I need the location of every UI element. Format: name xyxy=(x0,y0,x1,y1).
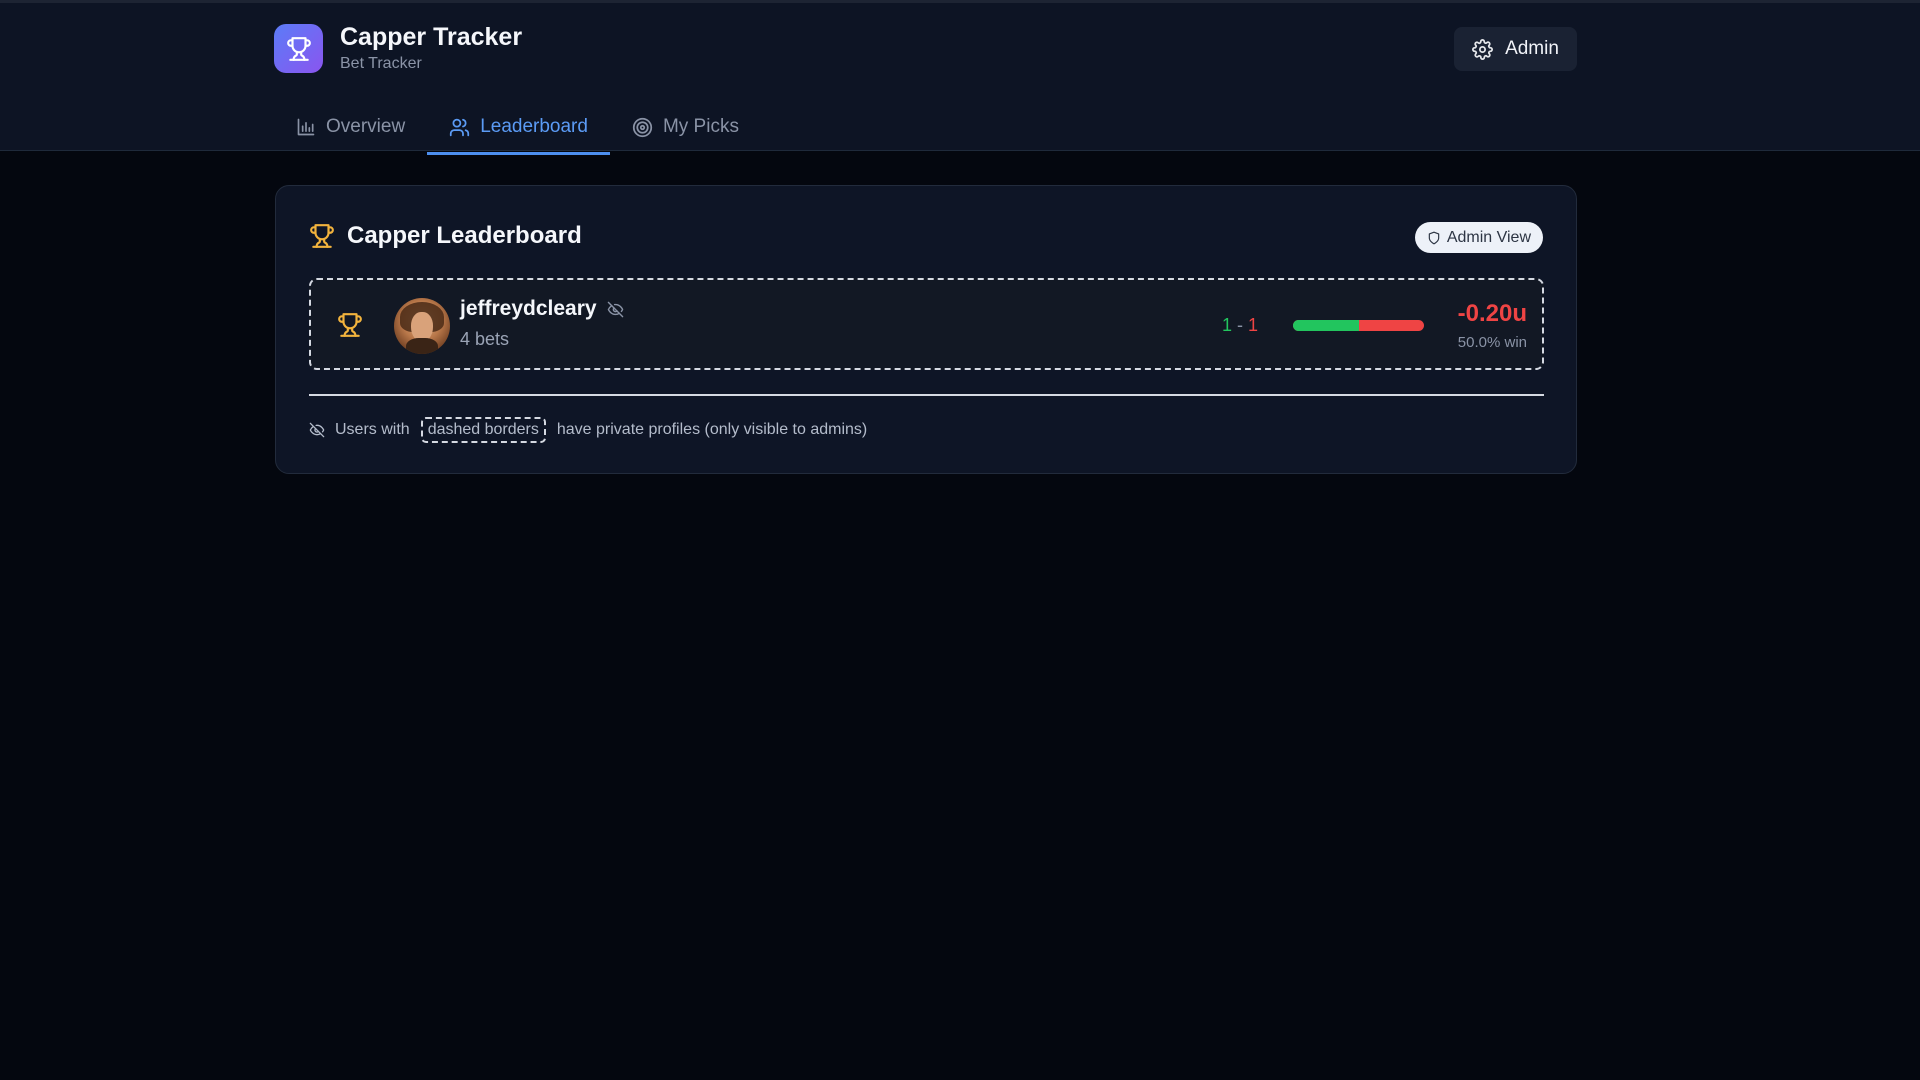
trophy-icon xyxy=(286,36,311,61)
eye-off-icon xyxy=(309,422,325,438)
tab-leaderboard[interactable]: Leaderboard xyxy=(427,100,610,155)
leaderboard-row[interactable]: jeffreydcleary 4 bets 1 - 1 -0.20u 50.0%… xyxy=(309,278,1544,370)
tab-bar: Overview Leaderboard My Picks xyxy=(274,100,761,155)
admin-button[interactable]: Admin xyxy=(1454,27,1577,71)
users-icon xyxy=(450,118,470,136)
tab-leaderboard-label: Leaderboard xyxy=(480,116,588,137)
win-percentage: 50.0% win xyxy=(1457,334,1527,351)
private-profile-note: Users with dashed borders have private p… xyxy=(309,417,867,443)
footnote-prefix: Users with xyxy=(335,421,410,438)
app-subtitle: Bet Tracker xyxy=(340,55,422,72)
tab-my-picks[interactable]: My Picks xyxy=(610,100,761,154)
eye-off-icon xyxy=(607,301,623,317)
dashed-border-sample: dashed borders xyxy=(420,417,546,443)
brand: Capper Tracker Bet Tracker xyxy=(274,22,522,75)
bar-chart-icon xyxy=(297,118,315,136)
app-logo xyxy=(274,24,323,73)
trophy-icon xyxy=(310,224,334,248)
losses: 1 xyxy=(1248,315,1259,335)
wins: 1 xyxy=(1222,315,1233,335)
win-rate-bar xyxy=(1293,320,1424,331)
win-rate-fill xyxy=(1293,320,1359,331)
admin-button-label: Admin xyxy=(1505,38,1559,59)
win-loss-record: 1 - 1 xyxy=(1222,315,1258,336)
divider xyxy=(309,394,1544,396)
card-title: Capper Leaderboard xyxy=(347,222,582,249)
footnote-suffix: have private profiles (only visible to a… xyxy=(556,421,868,438)
tab-overview[interactable]: Overview xyxy=(274,100,427,154)
tab-my-picks-label: My Picks xyxy=(662,116,739,137)
trophy-icon xyxy=(338,313,362,337)
admin-view-badge: Admin View xyxy=(1414,222,1543,253)
tab-overview-label: Overview xyxy=(326,116,406,137)
app-header: Capper Tracker Bet Tracker Admin Overvie… xyxy=(0,0,1920,155)
shield-icon xyxy=(1428,231,1440,244)
target-icon xyxy=(632,117,653,137)
leaderboard-card: Capper Leaderboard Admin View jeffreydcl… xyxy=(275,185,1577,474)
username-text: jeffreydcleary xyxy=(460,297,597,320)
bet-count: 4 bets xyxy=(460,329,510,349)
units-value: -0.20u xyxy=(1457,300,1527,327)
gear-icon xyxy=(1472,38,1493,60)
username[interactable]: jeffreydcleary xyxy=(460,297,624,321)
record-separator: - xyxy=(1237,315,1244,335)
app-title: Capper Tracker xyxy=(340,23,523,51)
avatar[interactable] xyxy=(394,298,450,354)
admin-view-label: Admin View xyxy=(1446,228,1531,246)
card-header: Capper Leaderboard xyxy=(309,222,582,250)
